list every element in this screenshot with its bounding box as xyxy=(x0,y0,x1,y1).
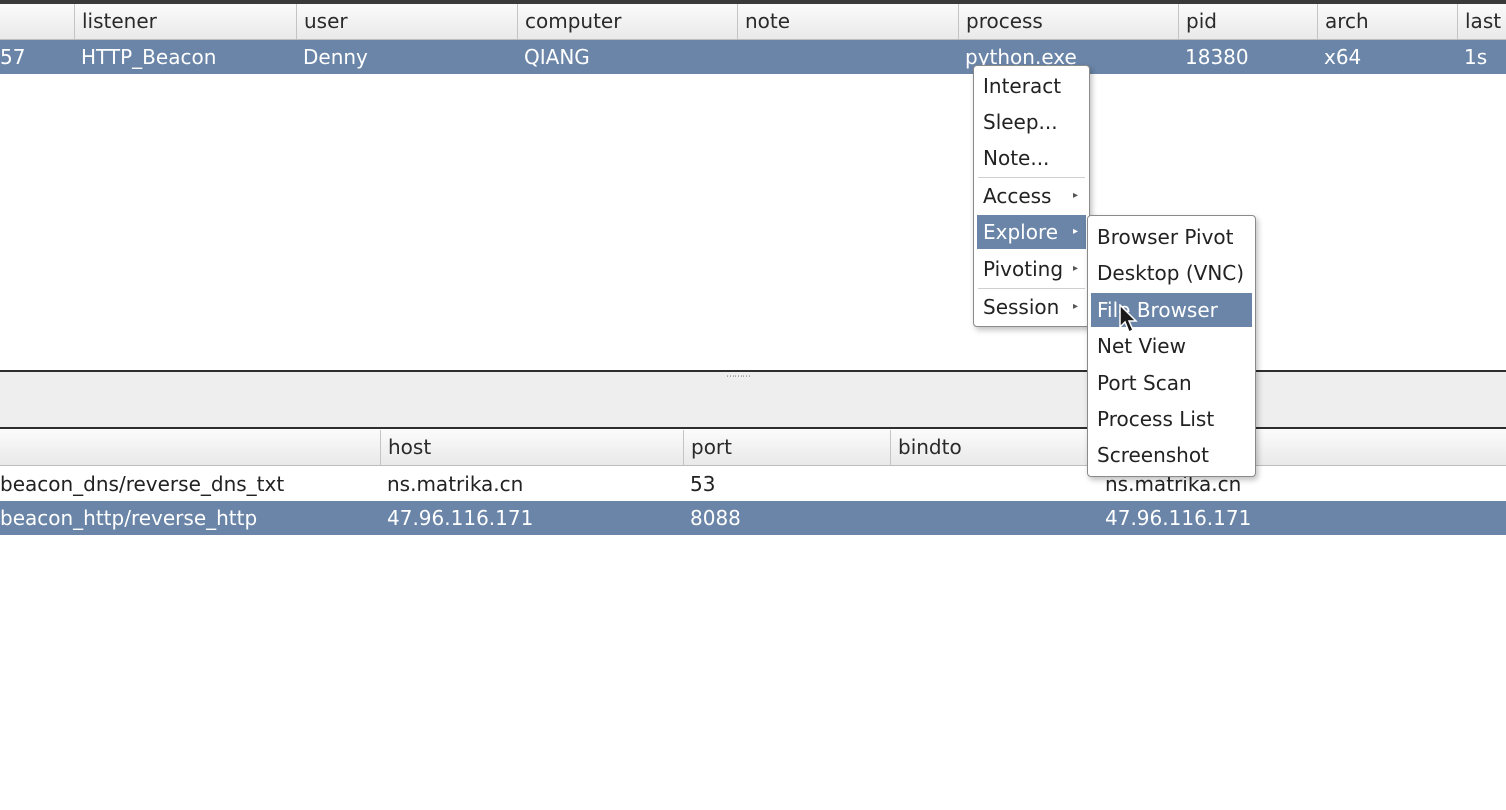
column-header-last[interactable]: last xyxy=(1457,4,1506,39)
column-header-pid[interactable]: pid xyxy=(1178,4,1317,39)
menu-item-file-browser[interactable]: File Browser xyxy=(1091,293,1252,327)
menu-item-explore[interactable]: Explore ▸ xyxy=(977,215,1086,249)
listener-row[interactable]: beacon_dns/reverse_dns_txt ns.matrika.cn… xyxy=(0,467,1506,501)
menu-item-pivoting[interactable]: Pivoting ▸ xyxy=(977,252,1086,286)
menu-item-access[interactable]: Access ▸ xyxy=(977,179,1086,213)
beacon-internal-cell: 57 xyxy=(0,45,26,69)
explore-submenu: Browser Pivot Desktop (VNC) File Browser… xyxy=(1087,215,1256,477)
menu-item-browser-pivot[interactable]: Browser Pivot xyxy=(1091,220,1252,254)
menu-item-process-list[interactable]: Process List xyxy=(1091,402,1252,436)
beacon-user-cell: Denny xyxy=(303,45,368,69)
menu-item-port-scan[interactable]: Port Scan xyxy=(1091,366,1252,400)
column-header-note[interactable]: note xyxy=(737,4,958,39)
menu-item-sleep[interactable]: Sleep... xyxy=(977,105,1086,139)
mouse-cursor-icon xyxy=(1119,304,1138,334)
beacon-context-menu: Interact Sleep... Note... Access ▸ Explor… xyxy=(973,65,1090,327)
menu-item-label: Desktop (VNC) xyxy=(1097,261,1245,285)
beacon-computer-cell: QIANG xyxy=(524,45,590,69)
column-header-user[interactable]: user xyxy=(296,4,517,39)
column-header-blank[interactable] xyxy=(0,4,74,39)
menu-item-desktop-vnc[interactable]: Desktop (VNC) xyxy=(1091,256,1252,290)
menu-separator xyxy=(978,288,1085,289)
chevron-right-icon: ▸ xyxy=(1072,226,1078,237)
menu-item-label: File Browser xyxy=(1097,298,1218,322)
beacon-arch-cell: x64 xyxy=(1324,45,1362,69)
menu-item-net-view[interactable]: Net View xyxy=(1091,329,1252,363)
menu-item-label: Session xyxy=(983,295,1060,319)
menu-item-label: Access xyxy=(983,184,1052,208)
column-header-listener[interactable]: listener xyxy=(74,4,296,39)
split-pane-divider-bottom xyxy=(0,427,1506,429)
column-header-arch[interactable]: arch xyxy=(1317,4,1457,39)
column-header-port[interactable]: port xyxy=(683,430,890,465)
menu-item-label: Screenshot xyxy=(1097,443,1209,467)
menu-item-label: Net View xyxy=(1097,334,1186,358)
menu-item-label: Browser Pivot xyxy=(1097,225,1234,249)
menu-item-label: Sleep... xyxy=(983,110,1058,134)
beacon-row[interactable]: 57 HTTP_Beacon Denny QIANG python.exe 18… xyxy=(0,40,1506,74)
listeners-table-header: host port bindto xyxy=(0,430,1506,466)
listener-payload-cell: beacon_dns/reverse_dns_txt xyxy=(0,472,285,496)
listener-host-cell: 47.96.116.171 xyxy=(387,506,534,530)
listener-port-cell: 53 xyxy=(690,472,716,496)
column-header-computer[interactable]: computer xyxy=(517,4,737,39)
menu-item-note[interactable]: Note... xyxy=(977,141,1086,175)
menu-item-label: Interact xyxy=(983,74,1062,98)
chevron-right-icon: ▸ xyxy=(1072,190,1078,201)
menu-item-interact[interactable]: Interact xyxy=(977,69,1086,103)
listener-row[interactable]: beacon_http/reverse_http 47.96.116.171 8… xyxy=(0,501,1506,535)
menu-item-label: Pivoting xyxy=(983,257,1064,281)
split-pane-handle[interactable] xyxy=(0,372,1506,428)
menu-item-label: Explore xyxy=(983,220,1059,244)
menu-item-label: Process List xyxy=(1097,407,1215,431)
chevron-right-icon: ▸ xyxy=(1072,301,1078,312)
beacon-last-cell: 1s xyxy=(1464,45,1488,69)
chevron-right-icon: ▸ xyxy=(1072,263,1078,274)
listener-beacons-cell: 47.96.116.171 xyxy=(1105,506,1252,530)
menu-item-screenshot[interactable]: Screenshot xyxy=(1091,438,1252,472)
menu-separator xyxy=(978,177,1085,178)
menu-item-label: Port Scan xyxy=(1097,371,1192,395)
beacon-listener-cell: HTTP_Beacon xyxy=(81,45,217,69)
beacon-pid-cell: 18380 xyxy=(1185,45,1249,69)
listener-port-cell: 8088 xyxy=(690,506,741,530)
menu-item-session[interactable]: Session ▸ xyxy=(977,290,1086,324)
split-grip-icon[interactable]: ⋯⋯⋯ xyxy=(726,374,754,380)
column-header-host[interactable]: host xyxy=(380,430,683,465)
beacons-table-header: listener user computer note process pid … xyxy=(0,4,1506,40)
listener-host-cell: ns.matrika.cn xyxy=(387,472,524,496)
column-header-process[interactable]: process xyxy=(958,4,1178,39)
column-header-bindto[interactable]: bindto xyxy=(890,430,1098,465)
listener-payload-cell: beacon_http/reverse_http xyxy=(0,506,258,530)
column-header-payload[interactable] xyxy=(0,430,380,465)
menu-item-label: Note... xyxy=(983,146,1050,170)
